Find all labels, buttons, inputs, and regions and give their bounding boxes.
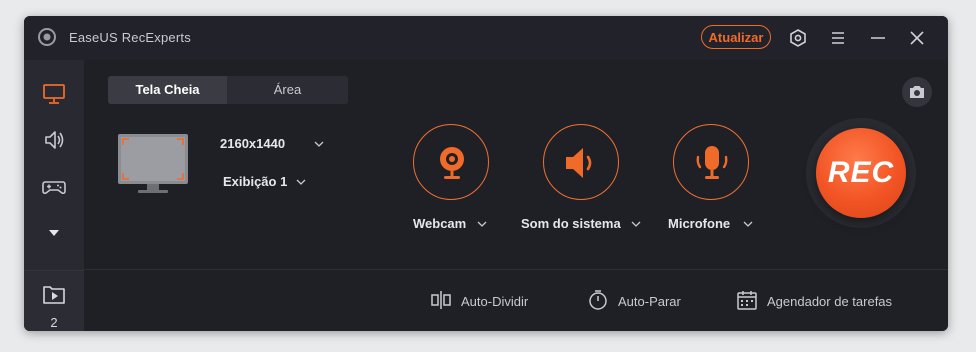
chevron-down-icon bbox=[631, 221, 641, 227]
sidebar-item-audio[interactable] bbox=[38, 126, 70, 154]
capture-mode-tabs: Tela Cheia Área bbox=[108, 76, 348, 104]
camera-icon bbox=[910, 86, 924, 98]
sidebar-item-screen[interactable] bbox=[38, 80, 70, 108]
webcam-icon bbox=[440, 147, 464, 179]
main-panel: Tela Cheia Área 2160x1440 Exibição 1 Web… bbox=[84, 60, 948, 331]
recordings-list-button[interactable]: 2 bbox=[24, 270, 84, 331]
microphone-icon bbox=[696, 146, 728, 179]
webcam-dropdown[interactable]: Webcam bbox=[413, 216, 487, 231]
app-logo-icon bbox=[38, 28, 56, 46]
monitor-preview bbox=[118, 134, 188, 193]
app-window: EaseUS RecExperts Atualizar 2 Tela Cheia… bbox=[24, 16, 948, 331]
resolution-value: 2160x1440 bbox=[220, 136, 286, 151]
task-scheduler-label: Agendador de tarefas bbox=[767, 294, 893, 309]
sidebar-item-game[interactable] bbox=[38, 172, 70, 200]
minimize-icon[interactable] bbox=[867, 27, 889, 49]
tab-region[interactable]: Área bbox=[227, 76, 348, 104]
microphone-button[interactable] bbox=[673, 124, 749, 200]
microphone-dropdown[interactable]: Microfone bbox=[668, 216, 753, 231]
update-button[interactable]: Atualizar bbox=[701, 25, 771, 49]
chevron-down-icon bbox=[296, 179, 306, 185]
screenshot-button[interactable] bbox=[902, 77, 932, 107]
resolution-dropdown[interactable]: 2160x1440 bbox=[220, 136, 324, 151]
title-bar: EaseUS RecExperts Atualizar bbox=[24, 16, 948, 60]
microphone-label: Microfone bbox=[668, 216, 731, 231]
speaker-icon bbox=[566, 148, 592, 178]
chevron-down-icon bbox=[314, 141, 324, 147]
split-icon bbox=[431, 291, 451, 309]
app-title: EaseUS RecExperts bbox=[69, 30, 191, 45]
video-folder-icon bbox=[43, 286, 65, 304]
display-dropdown[interactable]: Exibição 1 bbox=[223, 174, 306, 189]
task-scheduler-button[interactable]: Agendador de tarefas bbox=[736, 285, 906, 315]
system-sound-dropdown[interactable]: Som do sistema bbox=[521, 216, 641, 231]
auto-stop-label: Auto-Parar bbox=[618, 294, 681, 309]
webcam-label: Webcam bbox=[413, 216, 467, 231]
system-sound-label: Som do sistema bbox=[521, 216, 621, 231]
auto-stop-button[interactable]: Auto-Parar bbox=[587, 285, 687, 315]
auto-split-button[interactable]: Auto-Dividir bbox=[430, 285, 540, 315]
divider bbox=[84, 269, 948, 270]
chevron-down-icon bbox=[477, 221, 487, 227]
calendar-icon bbox=[737, 291, 757, 310]
close-icon[interactable] bbox=[906, 27, 928, 49]
recordings-count: 2 bbox=[50, 315, 58, 330]
auto-split-label: Auto-Dividir bbox=[461, 294, 529, 309]
sidebar: 2 bbox=[24, 60, 84, 331]
display-value: Exibição 1 bbox=[223, 174, 288, 189]
timer-icon bbox=[589, 290, 607, 310]
settings-hex-icon[interactable] bbox=[787, 27, 809, 49]
tab-full-screen[interactable]: Tela Cheia bbox=[108, 76, 227, 104]
menu-icon[interactable] bbox=[827, 27, 849, 49]
rec-button[interactable]: REC bbox=[816, 128, 906, 218]
webcam-button[interactable] bbox=[413, 124, 489, 200]
chevron-down-icon bbox=[743, 221, 753, 227]
sidebar-more-arrow-icon[interactable] bbox=[38, 218, 70, 246]
system-sound-button[interactable] bbox=[543, 124, 619, 200]
